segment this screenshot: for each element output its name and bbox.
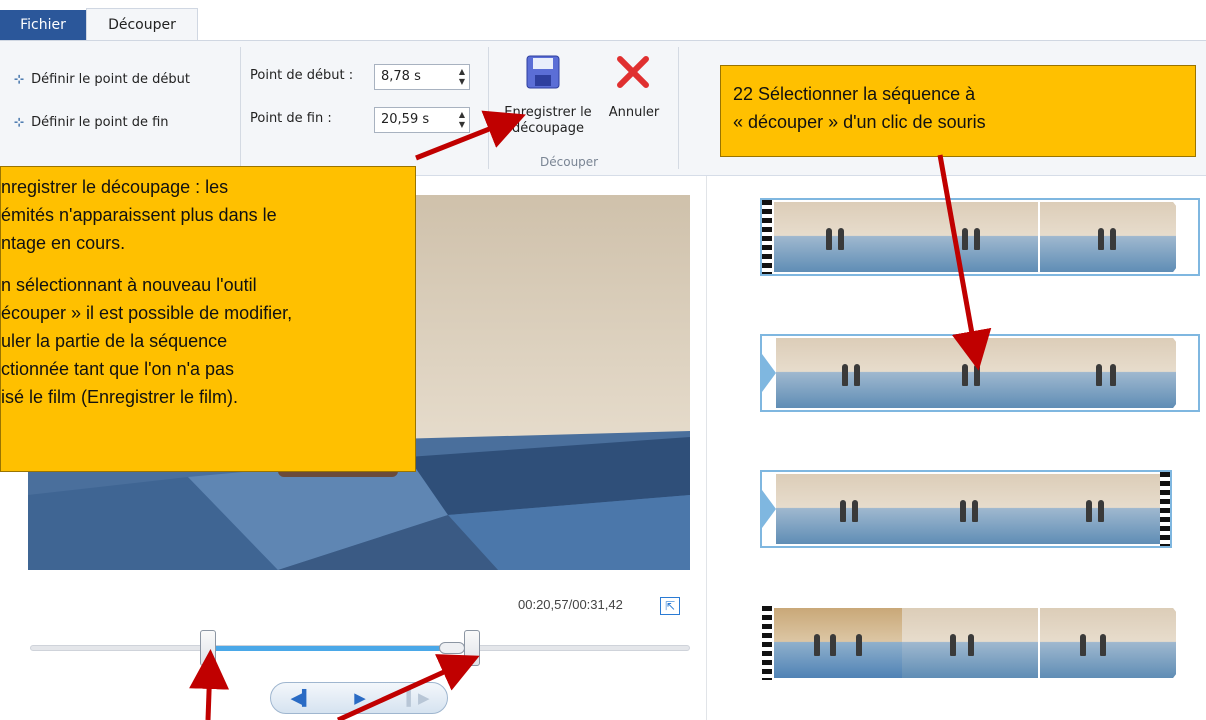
set-start-icon: ⊹: [14, 72, 25, 86]
callout-left-line: émités n'apparaissent plus dans le: [1, 205, 277, 225]
callout-left-line: [1, 257, 415, 271]
playhead-handle[interactable]: [439, 642, 466, 654]
play-button[interactable]: ▶: [331, 683, 389, 713]
end-point-value: 20,59 s: [381, 112, 430, 127]
ribbon-separator: [678, 47, 679, 169]
cancel-button[interactable]: Annuler: [602, 49, 666, 149]
callout-left-line: nregistrer le découpage : les: [1, 177, 229, 197]
clip-frame: [1040, 202, 1176, 272]
filmstrip-clip[interactable]: [760, 604, 1200, 682]
trim-end-handle[interactable]: [464, 630, 481, 666]
clip-frame: [902, 202, 1038, 272]
panel-divider: [706, 176, 707, 720]
clip-frame: [1040, 338, 1176, 408]
trim-start-handle[interactable]: [200, 630, 217, 666]
red-x-icon: [617, 56, 649, 88]
expand-arrow-icon[interactable]: ⇱: [660, 597, 680, 615]
timecode-readout: 00:20,57/00:31,42: [518, 597, 623, 612]
clip-end-marker: [1170, 606, 1198, 680]
stepper-arrows-icon[interactable]: ▲ ▼: [459, 110, 465, 130]
set-end-label: Définir le point de fin: [31, 115, 169, 130]
set-start-label: Définir le point de début: [31, 72, 190, 87]
annotation-callout-left: nregistrer le découpage : les émités n'ap…: [0, 166, 416, 472]
callout-left-line: uler la partie de la séquence: [1, 331, 228, 351]
previous-frame-button[interactable]: ◀▍: [273, 683, 331, 713]
floppy-disk-icon: [526, 55, 560, 89]
callout-left-line: ntage en cours.: [1, 233, 126, 253]
film-sprocket: [1160, 472, 1170, 546]
start-point-stepper[interactable]: 8,78 s ▲ ▼: [374, 64, 470, 90]
clip-frame: [776, 474, 912, 544]
next-frame-button[interactable]: ▍▶: [389, 683, 447, 713]
film-sprocket: [762, 606, 772, 680]
ribbon-separator: [488, 47, 489, 169]
end-point-label: Point de fin :: [250, 111, 332, 126]
clip-end-marker: [1170, 200, 1198, 274]
callout-left-line: isé le film (Enregistrer le film).: [1, 387, 239, 407]
save-trim-button[interactable]: Enregistrer le découpage: [496, 49, 600, 149]
clip-frame: [902, 608, 1038, 678]
end-point-stepper[interactable]: 20,59 s ▲ ▼: [374, 107, 470, 133]
set-end-button[interactable]: ⊹ Définir le point de fin: [14, 111, 169, 130]
stepper-arrows-icon[interactable]: ▲ ▼: [459, 67, 465, 87]
clip-frame: [776, 338, 912, 408]
cancel-label: Annuler: [608, 105, 660, 120]
clip-end-marker: [1170, 336, 1198, 410]
clip-start-marker: [762, 354, 776, 392]
start-point-value: 8,78 s: [381, 69, 421, 84]
film-sprocket: [762, 200, 772, 274]
annotation-callout-right: 22 Sélectionner la séquence à « découper…: [720, 65, 1196, 157]
tab-trim[interactable]: Découper: [86, 8, 198, 41]
ribbon-separator: [240, 47, 241, 169]
ribbon-group-label: Découper: [540, 155, 599, 169]
trim-selected-range: [208, 646, 473, 651]
save-trim-label-line1: Enregistrer le: [504, 105, 592, 120]
callout-right-line1: 22 Sélectionner la séquence à: [733, 84, 976, 104]
set-start-button[interactable]: ⊹ Définir le point de début: [14, 68, 190, 87]
callout-left-line: ctionnée tant que l'on n'a pas: [1, 359, 235, 379]
filmstrip-clip-selected[interactable]: [760, 334, 1200, 412]
clip-frame: [774, 202, 910, 272]
start-point-label: Point de début :: [250, 68, 354, 83]
arrow-to-start-handle: [189, 649, 230, 720]
clip-frame: [1040, 608, 1176, 678]
callout-left-line: écouper » il est possible de modifier,: [1, 303, 293, 323]
filmstrip-clip[interactable]: [760, 470, 1172, 548]
clip-frame: [912, 338, 1048, 408]
tab-file[interactable]: Fichier: [0, 10, 86, 40]
callout-right-line2: « découper » d'un clic de souris: [733, 112, 986, 132]
transport-controls: ◀▍ ▶ ▍▶: [270, 682, 448, 714]
clip-frame: [902, 474, 1038, 544]
clip-start-marker: [762, 490, 776, 528]
set-end-icon: ⊹: [14, 115, 25, 129]
clip-frame: [1028, 474, 1164, 544]
save-trim-label-line2: découpage: [511, 121, 585, 136]
filmstrip-clip[interactable]: [760, 198, 1200, 276]
clip-frame: [774, 608, 910, 678]
callout-left-line: n sélectionnant à nouveau l'outil: [1, 275, 257, 295]
